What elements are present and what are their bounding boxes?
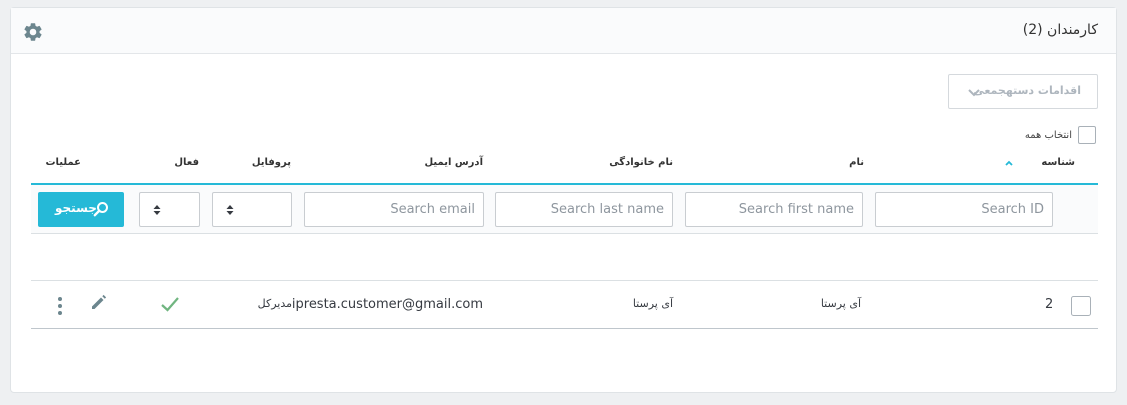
card-header: کارمندان (2) xyxy=(11,8,1116,54)
sort-up-icon[interactable] xyxy=(1004,158,1014,168)
column-header-email[interactable]: آدرس ایمیل xyxy=(425,157,484,168)
column-header-last-name[interactable]: نام خانوادگی xyxy=(609,157,673,168)
column-header-profile[interactable]: پروفایل xyxy=(252,157,291,168)
search-first-name-input[interactable] xyxy=(685,192,863,227)
search-button-label: جستجو xyxy=(55,201,97,215)
row-first-name: آی پرستا xyxy=(820,297,861,310)
row-divider xyxy=(31,328,1098,329)
row-profile: مدیرکل xyxy=(257,297,292,310)
select-all[interactable]: انتخاب همه xyxy=(1025,126,1096,144)
search-id-input[interactable] xyxy=(875,192,1053,227)
search-email-input[interactable] xyxy=(304,192,484,227)
sort-arrows-icon xyxy=(153,205,161,215)
search-button[interactable]: جستجو xyxy=(38,192,124,227)
sort-arrows-icon xyxy=(226,205,234,215)
column-header-active[interactable]: فعال xyxy=(174,157,199,168)
employees-card: کارمندان (2) اقدامات دستهجمعی انتخاب همه… xyxy=(10,7,1117,393)
row-divider xyxy=(31,280,1098,281)
select-all-label: انتخاب همه xyxy=(1024,129,1072,141)
bulk-actions-label: اقدامات دستهجمعی xyxy=(973,84,1081,97)
gear-icon[interactable] xyxy=(22,21,44,43)
card-title: کارمندان (2) xyxy=(1022,22,1098,38)
check-icon[interactable] xyxy=(160,294,180,314)
column-header-actions: عملیات xyxy=(45,157,81,168)
active-filter-select[interactable] xyxy=(139,192,200,227)
bulk-actions-dropdown[interactable]: اقدامات دستهجمعی xyxy=(948,74,1098,109)
row-checkbox[interactable] xyxy=(1071,296,1091,316)
column-header-id[interactable]: شناسه xyxy=(1041,157,1075,168)
search-last-name-input[interactable] xyxy=(495,192,673,227)
row-last-name: آی پرستا xyxy=(632,297,673,310)
row-id: 2 xyxy=(1045,297,1054,312)
pencil-icon[interactable] xyxy=(90,293,108,311)
select-all-checkbox[interactable] xyxy=(1078,126,1096,144)
profile-filter-select[interactable] xyxy=(212,192,292,227)
vertical-dots-icon[interactable] xyxy=(56,296,64,316)
column-header-first-name[interactable]: نام xyxy=(849,157,864,168)
magnifier-icon xyxy=(93,202,108,217)
row-email: ipresta.customer@gmail.com xyxy=(291,297,483,312)
chevron-down-icon xyxy=(968,89,980,97)
